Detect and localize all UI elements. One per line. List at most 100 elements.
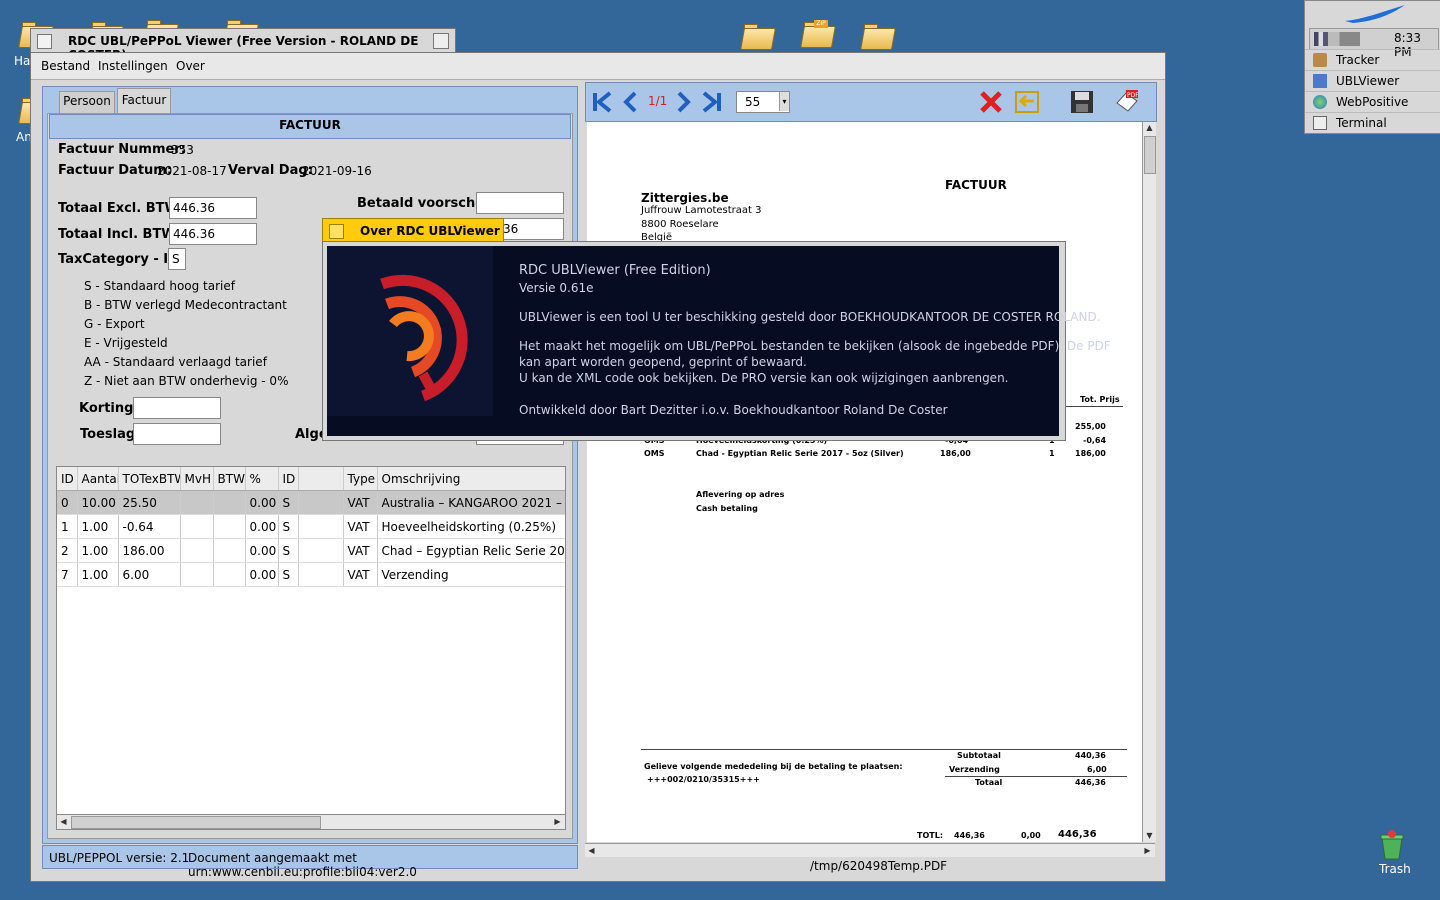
close-box[interactable]	[37, 34, 52, 49]
deskbar-tray: 8:33 PM	[1309, 28, 1439, 59]
folder-icon[interactable]	[740, 24, 776, 50]
col-header[interactable]: ID	[278, 467, 299, 491]
surcharge-label: Toeslag:	[80, 427, 141, 442]
pdf-note: Gelieve volgende mededeling bij de betal…	[644, 762, 903, 771]
cell: Chad – Egyptian Relic Serie 2017 – 5	[377, 538, 565, 563]
pdf-vscroll[interactable]: ▲ ▼	[1142, 122, 1156, 842]
about-window: RDC UBLViewer (Free Edition) Versie 0.61…	[322, 241, 1111, 441]
deskbar-item-webpositive[interactable]: WebPositive	[1305, 91, 1440, 113]
items-table-hscroll[interactable]: ◀ ▶	[56, 814, 566, 830]
col-header[interactable]: Aantal	[77, 467, 119, 491]
col-header[interactable]: ID	[57, 467, 78, 491]
col-header[interactable]: TOTexBTW	[118, 467, 181, 491]
pdf-toolbar: 1/1 55 ▾ PDF	[585, 82, 1157, 122]
save-icon[interactable]	[1069, 89, 1095, 115]
pdf-path: /tmp/620498Temp.PDF	[810, 859, 948, 873]
tax-option: AA - Standaard verlaagd tarief	[84, 355, 267, 369]
scroll-right-icon[interactable]: ▶	[1142, 845, 1153, 856]
cell: 1.00	[77, 514, 119, 539]
scroll-left-icon[interactable]: ◀	[58, 816, 69, 827]
cell: 0.00	[245, 538, 279, 563]
table-row[interactable]: 7 1.00 6.00 0.00 S VAT Verzending	[57, 562, 565, 587]
pdf-address-2: 8800 Roeselare	[641, 219, 719, 230]
cell: 6.00	[118, 562, 181, 587]
col-header[interactable]: Omschrijving	[377, 467, 565, 491]
discount-field[interactable]	[133, 397, 221, 419]
svg-text:PDF: PDF	[1127, 92, 1139, 99]
pdf-line-unit: 186,00	[940, 449, 971, 458]
scroll-thumb[interactable]	[71, 816, 321, 829]
cell: 186.00	[118, 538, 181, 563]
menu-instellingen[interactable]: Instellingen	[98, 59, 168, 73]
tab-factuur[interactable]: Factuur	[117, 88, 171, 115]
pdf-export-icon[interactable]: PDF	[1114, 89, 1140, 115]
invoice-number: 353	[171, 143, 194, 157]
invoice-date: 2021-08-17	[157, 164, 227, 178]
chevron-down-icon[interactable]: ▾	[779, 92, 789, 111]
menu-bestand[interactable]: Bestand	[41, 59, 90, 73]
scroll-down-icon[interactable]: ▼	[1144, 830, 1155, 841]
pdf-hscroll[interactable]: ◀ ▶	[585, 843, 1155, 857]
cell: S	[278, 490, 299, 515]
leaf-menu-button[interactable]	[1305, 1, 1440, 27]
zoom-value: 55	[745, 95, 761, 109]
scroll-thumb[interactable]	[1144, 136, 1156, 174]
window-tab[interactable]: RDC UBL/PePPoL Viewer (Free Version - RO…	[30, 28, 456, 62]
cell: Australia – KANGAROO 2021 – 1oz (	[377, 490, 565, 515]
previous-page-icon[interactable]	[618, 89, 644, 115]
factuur-header: FACTUUR	[49, 114, 571, 139]
pdf-reference: +++002/0210/35315+++	[647, 775, 760, 784]
next-page-icon[interactable]	[670, 89, 696, 115]
folder-icon[interactable]	[860, 24, 896, 50]
trash-icon[interactable]	[1378, 830, 1406, 860]
deskbar-item-tracker[interactable]: Tracker	[1305, 49, 1440, 71]
pdf-page: FACTUUR Zittergies.be Juffrouw Lamotestr…	[587, 122, 1142, 842]
close-pdf-icon[interactable]	[978, 89, 1004, 115]
discount-label: Korting:	[79, 401, 139, 416]
cell	[213, 562, 246, 587]
items-table: ID Aantal TOTexBTW MvH BTW % ID Type Oms…	[57, 467, 565, 587]
status-bar: UBL/PEPPOL versie: 2.1 Document aangemaa…	[42, 845, 578, 879]
col-header[interactable]: BTW	[213, 467, 246, 491]
table-row[interactable]: 0 10.00 25.50 0.00 S VAT Australia – KAN…	[57, 490, 565, 515]
total-incl-field[interactable]: 446.36	[169, 223, 257, 245]
pdf-totl-excl: 446,36	[954, 831, 985, 840]
pdf-total: 446,36	[1075, 778, 1106, 787]
partial-value: 36	[503, 222, 519, 236]
table-row[interactable]: 1 1.00 -0.64 0.00 S VAT Hoeveelheidskort…	[57, 514, 565, 539]
deskbar-item-ublviewer[interactable]: UBLViewer	[1305, 70, 1440, 92]
taxcategory-field[interactable]: S	[168, 248, 186, 270]
prepaid-field[interactable]	[476, 192, 564, 214]
invoice-date-label: Factuur Datum:	[58, 163, 173, 178]
zip-folder-icon[interactable]: ZIP	[800, 20, 836, 48]
cell: S	[278, 514, 299, 539]
deskbar: 8:33 PM Tracker UBLViewer WebPositive Te…	[1304, 0, 1440, 134]
cell: VAT	[343, 562, 378, 587]
scroll-up-icon[interactable]: ▲	[1144, 122, 1155, 133]
col-header[interactable]: Type	[343, 467, 378, 491]
deskbar-item-terminal[interactable]: Terminal	[1305, 112, 1440, 134]
pdf-total-label: Totaal	[975, 778, 1003, 787]
total-excl-field[interactable]: 446.36	[169, 197, 257, 219]
last-page-icon[interactable]	[698, 89, 724, 115]
pdf-address-1: Juffrouw Lamotestraat 3	[641, 205, 762, 216]
zoom-box[interactable]	[433, 33, 449, 49]
cell: VAT	[343, 514, 378, 539]
close-box[interactable]	[329, 224, 344, 239]
col-header[interactable]	[298, 467, 344, 491]
scroll-left-icon[interactable]: ◀	[586, 845, 597, 856]
table-row[interactable]: 2 1.00 186.00 0.00 S VAT Chad – Egyptian…	[57, 538, 565, 563]
col-header[interactable]: %	[245, 467, 279, 491]
tab-persoon[interactable]: Persoon	[59, 91, 115, 115]
pdf-line-total: -0,64	[1083, 436, 1107, 445]
cell: 25.50	[118, 490, 181, 515]
back-arrow-icon[interactable]	[1014, 89, 1040, 115]
tracker-icon	[1313, 53, 1327, 67]
cell	[298, 562, 344, 587]
menu-over[interactable]: Over	[176, 59, 205, 73]
first-page-icon[interactable]	[590, 89, 616, 115]
zoom-select[interactable]: 55 ▾	[736, 91, 790, 113]
col-header[interactable]: MvH	[180, 467, 214, 491]
scroll-right-icon[interactable]: ▶	[552, 816, 563, 827]
surcharge-field[interactable]	[133, 423, 221, 445]
